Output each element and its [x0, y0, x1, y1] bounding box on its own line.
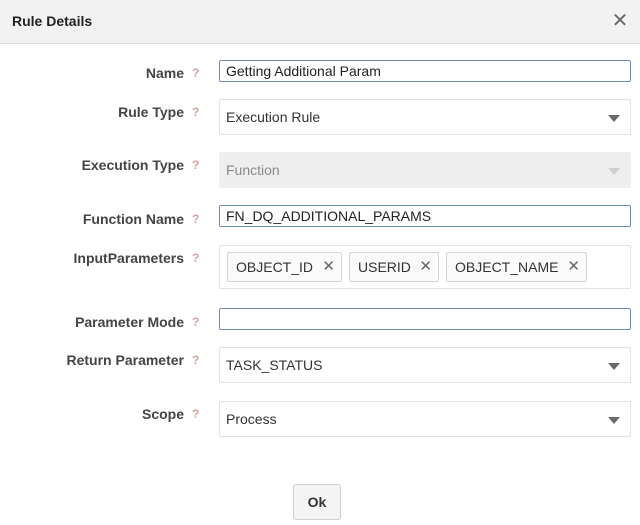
rule-type-label: Rule Type — [118, 104, 184, 120]
rule-details-dialog: Rule Details ✕ Name ? Getting Additional… — [0, 0, 640, 525]
function-name-field[interactable]: FN_DQ_ADDITIONAL_PARAMS — [219, 205, 631, 227]
help-icon[interactable]: ? — [192, 158, 199, 172]
execution-type-value: Function — [226, 162, 280, 178]
remove-tag-icon[interactable]: ✕ — [419, 253, 432, 281]
close-icon[interactable]: ✕ — [610, 11, 630, 31]
scope-label: Scope — [141, 406, 184, 422]
help-icon[interactable]: ? — [192, 353, 199, 367]
input-parameters-label: InputParameters — [73, 250, 184, 266]
scope-select[interactable]: Process — [219, 401, 631, 437]
chevron-down-icon — [608, 363, 620, 370]
name-label: Name — [145, 65, 184, 81]
input-parameters-field[interactable]: OBJECT_ID ✕ USERID ✕ OBJECT_NAME ✕ — [219, 245, 631, 289]
help-icon[interactable]: ? — [192, 251, 199, 265]
scope-value: Process — [226, 411, 277, 427]
parameter-tag: USERID ✕ — [349, 252, 439, 282]
help-icon[interactable]: ? — [192, 212, 199, 226]
parameter-tag-label: USERID — [358, 259, 411, 275]
help-icon[interactable]: ? — [192, 66, 199, 80]
return-parameter-label: Return Parameter — [66, 352, 185, 368]
remove-tag-icon[interactable]: ✕ — [322, 253, 335, 281]
dialog-header: Rule Details ✕ — [0, 0, 640, 44]
return-parameter-select[interactable]: TASK_STATUS — [219, 347, 631, 383]
dialog-title: Rule Details — [12, 13, 93, 29]
help-icon[interactable]: ? — [192, 407, 199, 421]
parameter-tag: OBJECT_NAME ✕ — [446, 252, 587, 282]
chevron-down-icon — [608, 115, 620, 122]
name-field[interactable]: Getting Additional Param — [219, 60, 631, 82]
parameter-mode-label: Parameter Mode — [75, 314, 184, 330]
help-icon[interactable]: ? — [192, 105, 199, 119]
chevron-down-icon — [608, 168, 620, 175]
function-name-label: Function Name — [82, 211, 184, 227]
chevron-down-icon — [608, 417, 620, 424]
rule-type-value: Execution Rule — [226, 109, 321, 125]
parameter-tag-label: OBJECT_NAME — [455, 259, 559, 275]
parameter-tag: OBJECT_ID ✕ — [227, 252, 342, 282]
ok-button[interactable]: Ok — [293, 484, 341, 520]
execution-type-label: Execution Type — [81, 157, 184, 173]
parameter-tag-label: OBJECT_ID — [236, 259, 314, 275]
help-icon[interactable]: ? — [192, 315, 199, 329]
remove-tag-icon[interactable]: ✕ — [567, 253, 580, 281]
rule-type-select[interactable]: Execution Rule — [219, 99, 631, 135]
return-parameter-value: TASK_STATUS — [226, 357, 323, 373]
execution-type-select: Function — [219, 152, 631, 188]
parameter-mode-field[interactable] — [219, 308, 631, 330]
